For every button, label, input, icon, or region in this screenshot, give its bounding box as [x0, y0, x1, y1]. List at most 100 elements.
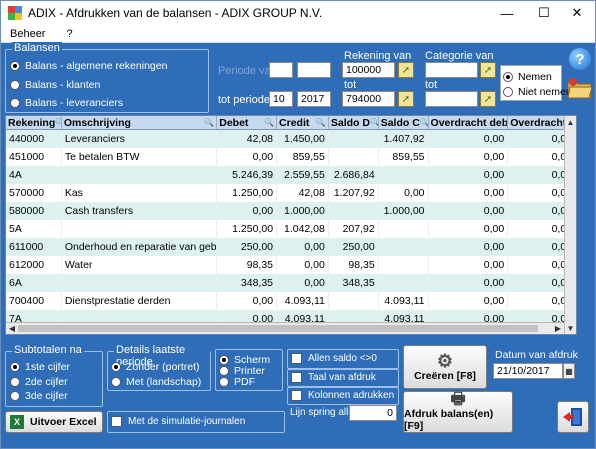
creeren-button[interactable]: ⚙ Creëren [F8]	[403, 345, 487, 389]
categorie-tot-input[interactable]	[425, 91, 478, 107]
periode-van-input[interactable]	[269, 62, 293, 78]
rekening-tot-input[interactable]: 794000	[342, 91, 395, 107]
table-row[interactable]: 611000 Onderhoud en reparatie van gebou 25…	[6, 238, 576, 256]
taal-checkbox[interactable]: Taal van afdruk	[291, 372, 376, 383]
rekening-tot-picker-icon[interactable]: ➚	[398, 91, 414, 107]
table-cell	[329, 130, 379, 148]
subtotaal-3de-radio[interactable]: 3de cijfer	[10, 390, 68, 402]
table-cell: Cash transfers	[62, 202, 218, 220]
datum-input[interactable]: 21/10/2017	[493, 363, 563, 379]
radio-label: Zonder (portret)	[126, 361, 200, 373]
column-search-icon[interactable]: 🔍	[316, 118, 326, 127]
column-search-icon[interactable]: 🔍	[370, 118, 378, 127]
table-row[interactable]: 6A 348,35 0,00 348,35 0,00 0,00	[6, 274, 576, 292]
table-row[interactable]: 4A 5.246,39 2.559,55 2.686,84 0,00 0,00	[6, 166, 576, 184]
table-row[interactable]: 440000 Leveranciers 42,08 1.450,00 1.407,92 0…	[6, 130, 576, 148]
table-cell: 42,08	[277, 184, 329, 202]
nemen-radio[interactable]: Nemen	[503, 71, 552, 83]
main-window: ADIX - Afdrukken van de balansen - ADIX …	[0, 0, 596, 449]
uitvoer-excel-button[interactable]: X Uitvoer Excel	[5, 411, 103, 433]
subtotaal-1ste-radio[interactable]: 1ste cijfer	[10, 361, 70, 373]
table-cell: 440000	[6, 130, 62, 148]
horizontal-scrollbar[interactable]: ◀ ▶	[6, 322, 564, 334]
afdruk-label: Afdruk balans(en) [F9]	[404, 408, 494, 432]
lijn-spring-input[interactable]: 0	[349, 405, 397, 421]
vertical-scrollbar[interactable]: ▲ ▼	[564, 116, 576, 334]
column-search-icon[interactable]: 🔍	[264, 118, 274, 127]
menu-help[interactable]: ?	[66, 28, 72, 40]
subtotaal-2de-radio[interactable]: 2de cijfer	[10, 376, 68, 388]
table-cell: 1.450,00	[277, 130, 329, 148]
checkbox-indicator	[291, 372, 302, 383]
client-area: Balansen Balans - algemene rekeningen Ba…	[1, 42, 595, 448]
periode-van-year-input[interactable]	[297, 62, 331, 78]
table-cell: 98,35	[217, 256, 278, 274]
table-cell: 5A	[6, 220, 62, 238]
balans-algemeen-radio[interactable]: Balans - algemene rekeningen	[10, 60, 167, 72]
scroll-up-icon[interactable]: ▲	[565, 116, 576, 128]
table-cell: 859,55	[379, 148, 429, 166]
table-row[interactable]: 612000 Water 98,35 0,00 98,35 0,00 0,00	[6, 256, 576, 274]
table-cell: 5.246,39	[217, 166, 278, 184]
radio-indicator	[219, 377, 229, 387]
radio-indicator	[10, 61, 20, 71]
alleen-saldo-checkbox[interactable]: Allen saldo <>0	[291, 353, 377, 364]
column-header[interactable]: Omschrijving 🔍	[62, 116, 218, 129]
radio-indicator	[219, 355, 229, 365]
scroll-left-icon[interactable]: ◀	[6, 323, 18, 334]
column-header[interactable]: Saldo D🔍	[329, 116, 379, 129]
column-header[interactable]: Saldo C🔍	[379, 116, 429, 129]
close-button[interactable]: ✕	[555, 1, 596, 25]
help-icon[interactable]: ?	[569, 48, 591, 70]
column-search-icon[interactable]: 🔍	[420, 118, 428, 127]
radio-label: 1ste cijfer	[25, 361, 70, 373]
table-row[interactable]: 700400 Dienstprestatie derden 0,00 4.093,11…	[6, 292, 576, 310]
table-cell: 611000	[6, 238, 62, 256]
balance-table[interactable]: Rekening🔍Omschrijving🔍Debet🔍Credit🔍Saldo…	[5, 115, 577, 335]
rekening-van-input[interactable]: 100000	[342, 62, 395, 78]
table-cell: 0,00	[429, 166, 509, 184]
rekening-van-picker-icon[interactable]: ➚	[398, 62, 414, 78]
tot-periode-input[interactable]: 10	[269, 91, 293, 107]
afdruk-balans-button[interactable]: 🖶 Afdruk balans(en) [F9]	[403, 391, 513, 433]
table-row[interactable]: 580000 Cash transfers 0,00 1.000,00 1.000,00…	[6, 202, 576, 220]
niet-nemen-radio[interactable]: Niet nemen	[503, 86, 572, 98]
scroll-right-icon[interactable]: ▶	[552, 323, 564, 334]
table-row[interactable]: 570000 Kas 1.250,00 42,08 1.207,92 0,00 0,00 0,…	[6, 184, 576, 202]
exit-button[interactable]	[557, 401, 589, 433]
folder-icon[interactable]	[567, 76, 593, 100]
balans-leveranciers-radio[interactable]: Balans - leveranciers	[10, 97, 123, 109]
column-header[interactable]: Rekening🔍	[6, 116, 62, 129]
table-cell: 0,00	[429, 274, 509, 292]
table-cell	[329, 148, 379, 166]
radio-indicator	[10, 377, 20, 387]
pdf-radio[interactable]: PDF	[219, 376, 255, 388]
column-search-icon[interactable]: 🔍	[204, 118, 214, 127]
column-header[interactable]: Overdracht deb🔍	[429, 116, 509, 129]
balans-klanten-radio[interactable]: Balans - klanten	[10, 79, 100, 91]
column-header-label: Rekening	[8, 116, 56, 129]
column-header[interactable]: Debet 🔍	[217, 116, 278, 129]
calendar-icon[interactable]: ▦	[563, 363, 575, 379]
zonder-portret-radio[interactable]: Zonder (portret)	[111, 361, 200, 373]
menu-beheer[interactable]: Beheer	[10, 28, 45, 40]
categorie-van-picker-icon[interactable]: ➚	[480, 62, 496, 78]
table-cell: 0,00	[217, 292, 278, 310]
categorie-van-input[interactable]	[425, 62, 478, 78]
categorie-tot-picker-icon[interactable]: ➚	[480, 91, 496, 107]
scroll-down-icon[interactable]: ▼	[565, 322, 576, 334]
gears-icon: ⚙	[436, 351, 454, 371]
table-cell: 451000	[6, 148, 62, 166]
datum-label: Datum van afdruk	[495, 349, 578, 361]
simulatie-checkbox[interactable]: Met de simulatie-journalen	[111, 416, 245, 427]
table-row[interactable]: 5A 1.250,00 1.042,08 207,92 0,00 0,00	[6, 220, 576, 238]
scroll-thumb[interactable]	[18, 325, 538, 332]
met-landschap-radio[interactable]: Met (landschap)	[111, 376, 201, 388]
radio-indicator	[10, 362, 20, 372]
table-cell: 700400	[6, 292, 62, 310]
column-header[interactable]: Credit 🔍	[277, 116, 329, 129]
lijn-spring-label: Lijn spring alle	[290, 407, 354, 418]
kolonnen-checkbox[interactable]: Kolonnen adrukken	[291, 390, 394, 401]
table-row[interactable]: 451000 Te betalen BTW 0,00 859,55 859,55 0,00…	[6, 148, 576, 166]
tot-periode-year-input[interactable]: 2017	[297, 91, 331, 107]
